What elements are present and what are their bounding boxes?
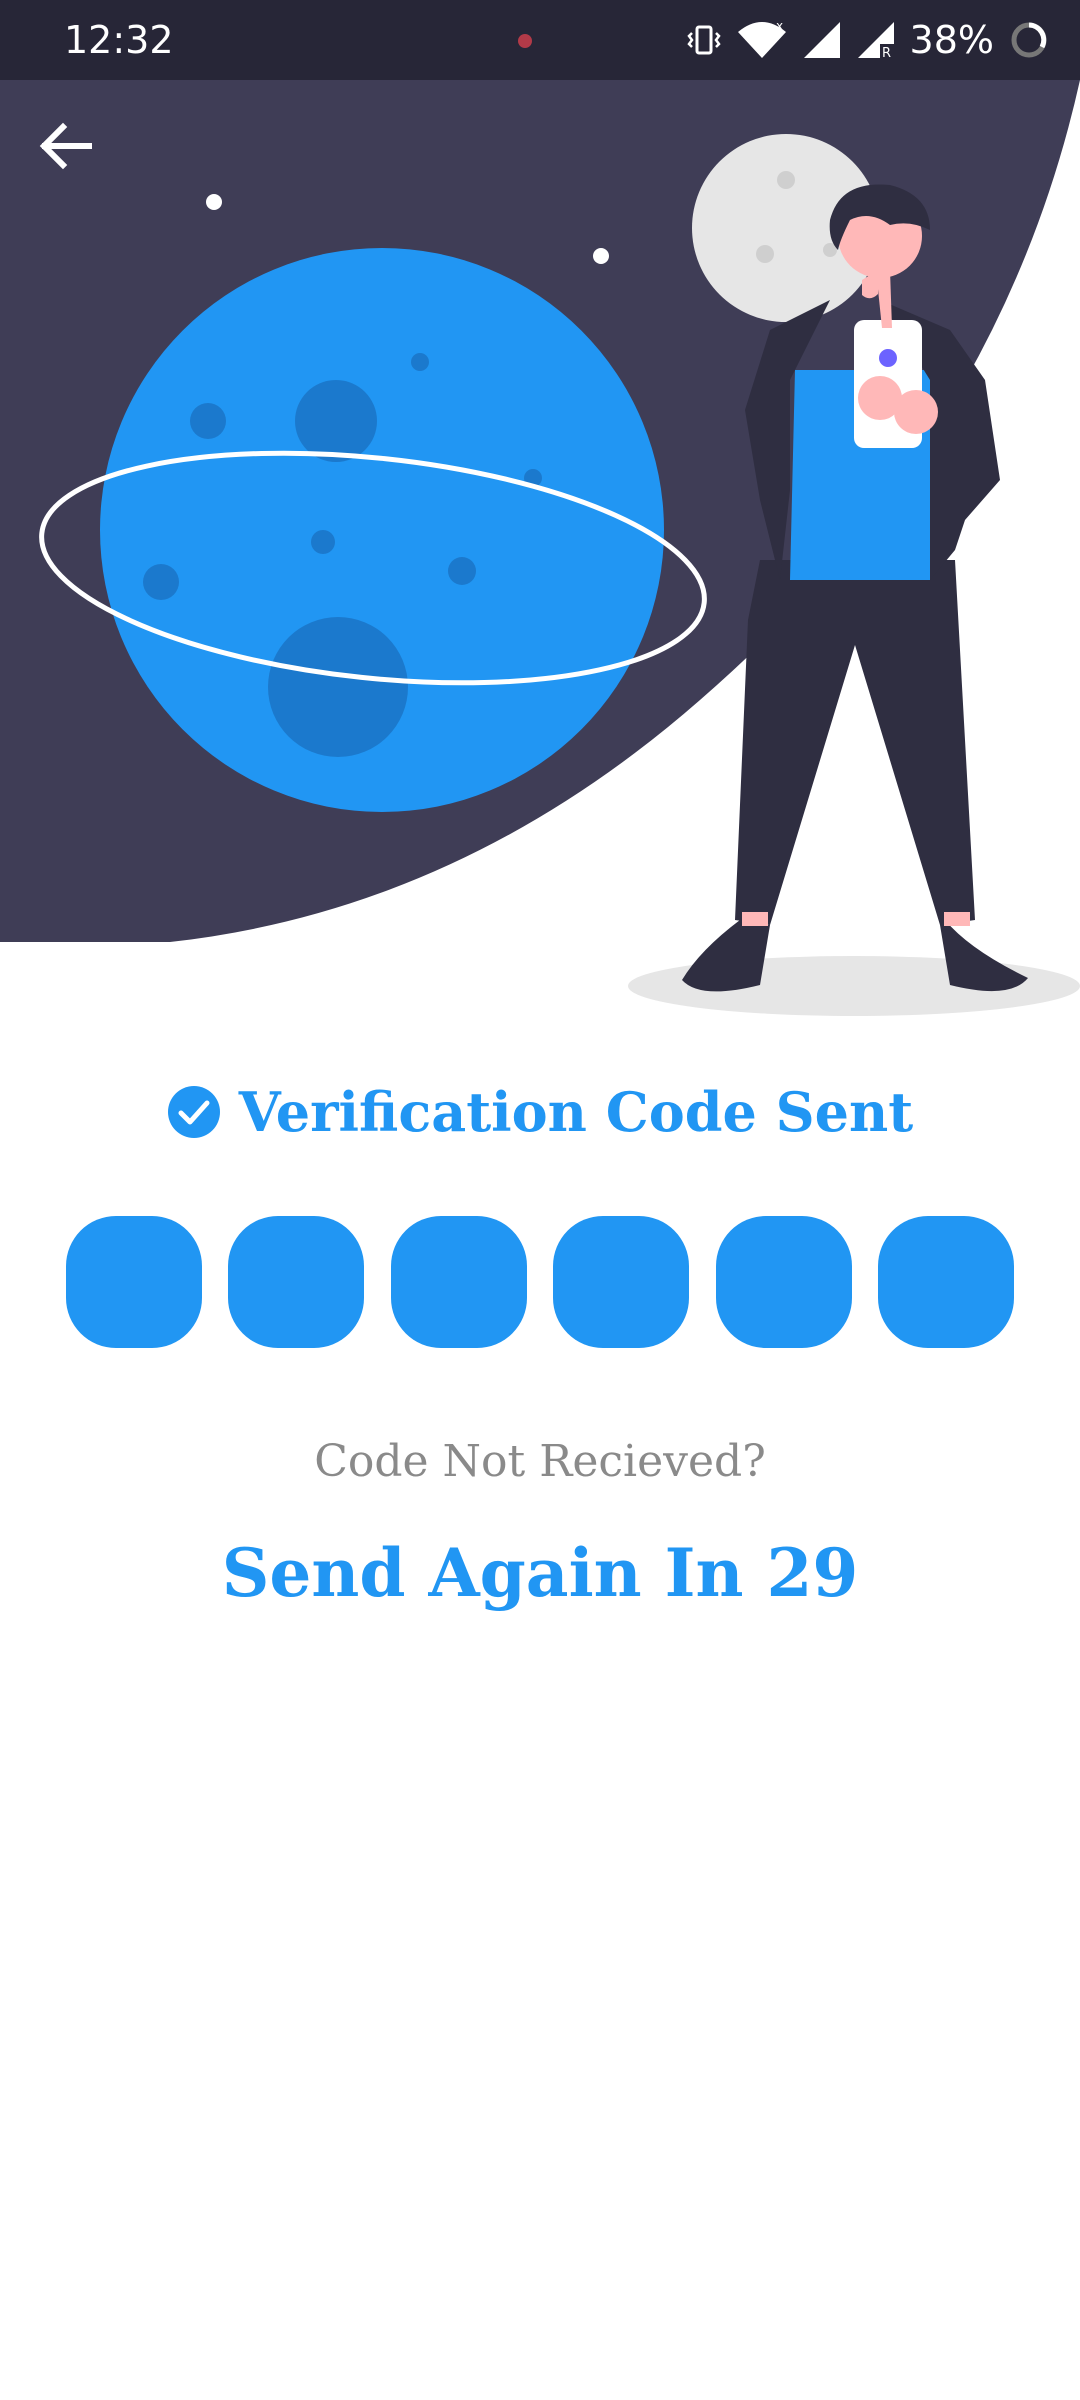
arrow-left-icon <box>39 122 92 170</box>
code-digit-3[interactable] <box>390 1216 527 1348</box>
hero-illustration <box>0 80 1080 1040</box>
recording-dot <box>518 34 532 48</box>
code-input-row <box>66 1216 1014 1348</box>
code-digit-1[interactable] <box>66 1216 202 1348</box>
page-title: Verification Code Sent <box>238 1080 914 1144</box>
space-illustration <box>0 80 1080 1016</box>
verification-title-row: Verification Code Sent <box>0 1072 1080 1152</box>
vibrate-icon <box>686 25 721 55</box>
code-digit-5[interactable] <box>715 1216 852 1348</box>
code-digit-4[interactable] <box>553 1216 690 1348</box>
wifi-icon: x <box>737 20 786 58</box>
check-circle-icon <box>167 1086 220 1138</box>
send-again-button[interactable]: Send Again In 29 <box>0 1534 1080 1612</box>
signal-icon <box>803 22 840 58</box>
svg-text:R: R <box>882 46 891 60</box>
code-not-received-text: Code Not Recieved? <box>314 1436 766 1487</box>
verification-screen: 12:32 x R 38% Verification Code Sent Cod… <box>0 0 1080 2400</box>
status-icons: x R 38% <box>686 14 1050 66</box>
back-button[interactable] <box>26 106 106 186</box>
status-time: 12:32 <box>64 18 174 62</box>
battery-percentage: 38% <box>909 18 994 62</box>
code-digit-6[interactable] <box>877 1216 1014 1348</box>
star-icon <box>593 248 609 264</box>
status-bar: 12:32 x R 38% <box>0 0 1080 80</box>
svg-text:x: x <box>776 20 783 33</box>
star-icon <box>206 194 222 210</box>
code-digit-2[interactable] <box>228 1216 365 1348</box>
battery-saver-icon <box>1011 22 1047 58</box>
signal-roaming-icon: R <box>857 22 894 60</box>
